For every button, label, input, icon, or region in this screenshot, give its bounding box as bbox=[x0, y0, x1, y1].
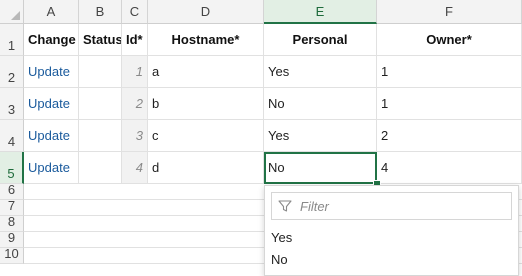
header-cell-status[interactable]: Status bbox=[79, 24, 122, 56]
row-header-2[interactable]: 2 bbox=[0, 56, 24, 88]
filter-input[interactable]: Filter bbox=[271, 192, 512, 220]
column-header-e[interactable]: E bbox=[264, 0, 377, 24]
personal-cell-selected[interactable]: No bbox=[264, 152, 377, 184]
id-cell[interactable]: 4 bbox=[122, 152, 148, 184]
column-header-f[interactable]: F bbox=[377, 0, 522, 24]
owner-cell[interactable]: 4 bbox=[377, 152, 522, 184]
header-cell-change[interactable]: Change bbox=[24, 24, 79, 56]
value-dropdown: Filter Yes No bbox=[264, 185, 519, 276]
column-header-b[interactable]: B bbox=[79, 0, 122, 24]
status-cell[interactable] bbox=[79, 152, 122, 184]
update-link[interactable]: Update bbox=[24, 152, 79, 184]
select-all-corner[interactable] bbox=[0, 0, 24, 24]
hostname-cell[interactable]: a bbox=[148, 56, 264, 88]
owner-cell[interactable]: 2 bbox=[377, 120, 522, 152]
row-header-3[interactable]: 3 bbox=[0, 88, 24, 120]
header-cell-owner[interactable]: Owner* bbox=[377, 24, 522, 56]
column-header-c[interactable]: C bbox=[122, 0, 148, 24]
hostname-cell[interactable]: c bbox=[148, 120, 264, 152]
personal-cell[interactable]: Yes bbox=[264, 120, 377, 152]
dropdown-option-yes[interactable]: Yes bbox=[265, 227, 518, 248]
header-cell-personal[interactable]: Personal bbox=[264, 24, 377, 56]
status-cell[interactable] bbox=[79, 88, 122, 120]
status-cell[interactable] bbox=[79, 56, 122, 88]
update-link[interactable]: Update bbox=[24, 56, 79, 88]
row-header-10[interactable]: 10 bbox=[0, 246, 24, 264]
update-link[interactable]: Update bbox=[24, 120, 79, 152]
column-header-d[interactable]: D bbox=[148, 0, 264, 24]
row-header-4[interactable]: 4 bbox=[0, 120, 24, 152]
id-cell[interactable]: 1 bbox=[122, 56, 148, 88]
status-cell[interactable] bbox=[79, 120, 122, 152]
filter-placeholder: Filter bbox=[300, 198, 329, 214]
owner-cell[interactable]: 1 bbox=[377, 88, 522, 120]
dropdown-option-no[interactable]: No bbox=[265, 249, 518, 270]
row-header-5[interactable]: 5 bbox=[0, 152, 24, 184]
hostname-cell[interactable]: d bbox=[148, 152, 264, 184]
column-header-a[interactable]: A bbox=[24, 0, 79, 24]
header-cell-id[interactable]: Id* bbox=[122, 24, 148, 56]
row-header-1[interactable]: 1 bbox=[0, 24, 24, 56]
header-cell-hostname[interactable]: Hostname* bbox=[148, 24, 264, 56]
id-cell[interactable]: 2 bbox=[122, 88, 148, 120]
update-link[interactable]: Update bbox=[24, 88, 79, 120]
id-cell[interactable]: 3 bbox=[122, 120, 148, 152]
personal-cell[interactable]: Yes bbox=[264, 56, 377, 88]
filter-icon bbox=[278, 200, 292, 212]
personal-cell[interactable]: No bbox=[264, 88, 377, 120]
owner-cell[interactable]: 1 bbox=[377, 56, 522, 88]
hostname-cell[interactable]: b bbox=[148, 88, 264, 120]
